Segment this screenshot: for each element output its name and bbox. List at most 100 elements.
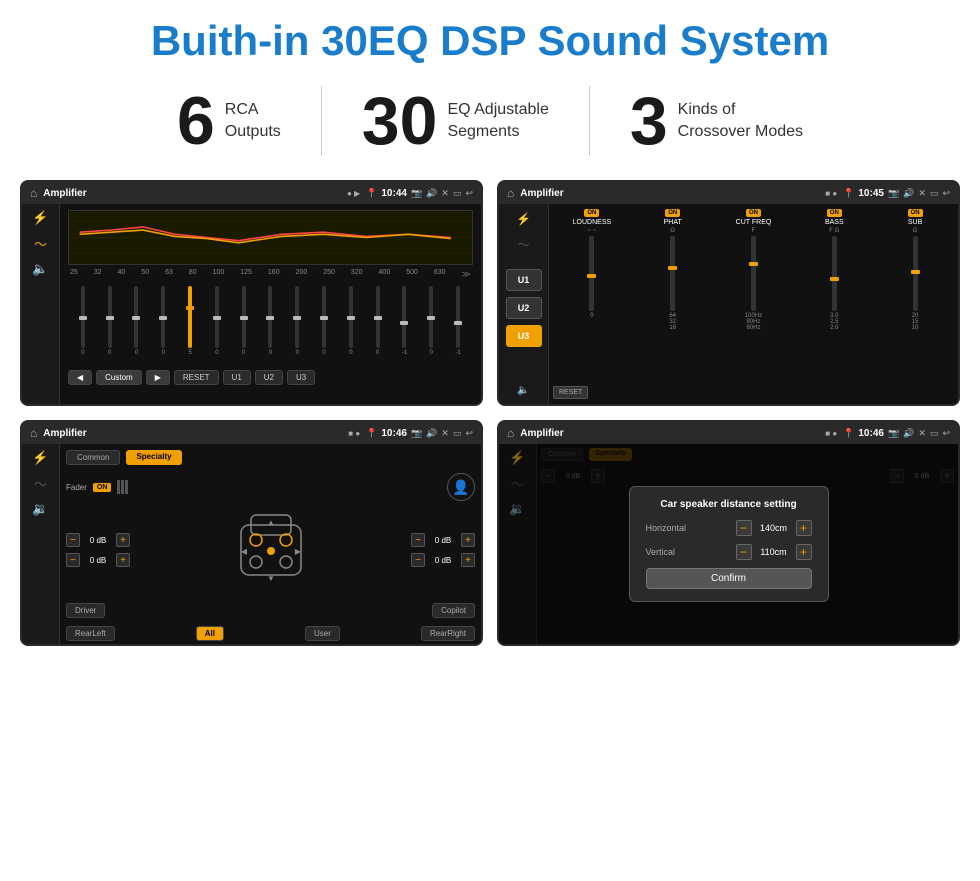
minus-btn-lt[interactable]: −	[66, 533, 80, 547]
rect-icon-1: ▭	[453, 188, 462, 199]
vertical-plus-btn[interactable]: +	[796, 544, 812, 560]
driver-btn[interactable]: Driver	[66, 603, 105, 618]
phat-label: PHAT	[664, 219, 682, 226]
eq-slider-5[interactable]	[188, 286, 192, 348]
plus-btn-lt[interactable]: +	[116, 533, 130, 547]
minus-btn-rb[interactable]: −	[411, 553, 425, 567]
eq-col-10: 0	[311, 286, 337, 366]
crossover-panel-area: ON LOUDNESS ~~ 0 ON PHAT G	[549, 204, 958, 404]
distance-dialog: Car speaker distance setting Horizontal …	[629, 486, 829, 602]
loudness-slider[interactable]	[589, 236, 594, 311]
eq-slider-13[interactable]	[402, 286, 406, 348]
crossover-filter-icon[interactable]: ⚡	[516, 212, 531, 226]
cutfreq-on[interactable]: ON	[746, 209, 761, 217]
back-icon-3[interactable]: ↩	[465, 428, 473, 439]
eq-slider-6[interactable]	[215, 286, 219, 348]
camera-icon-2: 📷	[888, 188, 899, 199]
location-icon-4: 📍	[843, 428, 854, 439]
speaker-left-panel: ⚡ 〜 🔉	[22, 444, 60, 644]
eq-slider-10[interactable]	[322, 286, 326, 348]
u1-crossover-btn[interactable]: U1	[506, 269, 542, 291]
eq-slider-3[interactable]	[134, 286, 138, 348]
eq-slider-12[interactable]	[376, 286, 380, 348]
u3-crossover-btn[interactable]: U3	[506, 325, 542, 347]
common-tab[interactable]: Common	[66, 450, 120, 465]
custom-btn[interactable]: Custom	[96, 370, 142, 385]
cutfreq-slider[interactable]	[751, 236, 756, 311]
eq-slider-7[interactable]	[242, 286, 246, 348]
loudness-on[interactable]: ON	[584, 209, 599, 217]
rearright-btn[interactable]: RearRight	[421, 626, 475, 641]
confirm-button[interactable]: Confirm	[646, 568, 812, 589]
sub-slider[interactable]	[913, 236, 918, 311]
back-icon-1[interactable]: ↩	[465, 188, 473, 199]
vertical-label: Vertical	[646, 547, 676, 557]
eq-slider-14[interactable]	[429, 286, 433, 348]
db-control-left-top: − 0 dB +	[66, 533, 130, 547]
all-btn[interactable]: All	[196, 626, 224, 641]
play-btn[interactable]: ▶	[146, 370, 170, 385]
rearleft-btn[interactable]: RearLeft	[66, 626, 115, 641]
speaker-vol-icon[interactable]: 🔉	[32, 501, 48, 517]
fader-track-3	[125, 480, 128, 494]
eq-slider-2[interactable]	[108, 286, 112, 348]
bass-on[interactable]: ON	[827, 209, 842, 217]
reset-btn[interactable]: RESET	[174, 370, 219, 385]
eq-slider-1[interactable]	[81, 286, 85, 348]
plus-btn-lb[interactable]: +	[116, 553, 130, 567]
speaker-settings-icon[interactable]: 👤	[447, 473, 475, 501]
phat-slider[interactable]	[670, 236, 675, 311]
svg-text:▲: ▲	[267, 518, 275, 527]
speaker-tabs: Common Specialty	[66, 450, 475, 465]
plus-btn-rt[interactable]: +	[461, 533, 475, 547]
phat-on[interactable]: ON	[665, 209, 680, 217]
minus-btn-rt[interactable]: −	[411, 533, 425, 547]
spacer-1	[254, 603, 284, 618]
crossover-wave-icon[interactable]: 〜	[517, 236, 529, 253]
speaker-wave-icon[interactable]: 〜	[34, 474, 47, 493]
horizontal-plus-btn[interactable]: +	[796, 520, 812, 536]
back-icon-4[interactable]: ↩	[942, 428, 950, 439]
status-icons-2: 📍 10:45 📷 🔊 ✕ ▭ ↩	[843, 188, 950, 199]
fader-track-1	[117, 480, 120, 494]
u3-btn[interactable]: U3	[287, 370, 315, 385]
eq-slider-9[interactable]	[295, 286, 299, 348]
sub-on[interactable]: ON	[908, 209, 923, 217]
plus-btn-rb[interactable]: +	[461, 553, 475, 567]
prev-btn[interactable]: ◀	[68, 370, 92, 385]
minus-btn-lb[interactable]: −	[66, 553, 80, 567]
u2-crossover-btn[interactable]: U2	[506, 297, 542, 319]
u1-btn[interactable]: U1	[223, 370, 251, 385]
status-icons-4: 📍 10:46 📷 🔊 ✕ ▭ ↩	[843, 428, 950, 439]
eq-wave-icon[interactable]: 〜	[34, 234, 47, 253]
home-icon-3[interactable]: ⌂	[30, 426, 37, 440]
crossover-reset-btn[interactable]: RESET	[553, 386, 588, 399]
fader-on-badge[interactable]: ON	[93, 483, 112, 492]
copilot-btn[interactable]: Copilot	[432, 603, 475, 618]
specialty-tab[interactable]: Specialty	[126, 450, 181, 465]
left-db-controls: − 0 dB + − 0 dB +	[66, 533, 130, 567]
back-icon-2[interactable]: ↩	[942, 188, 950, 199]
vertical-row: Vertical − 110cm +	[646, 544, 812, 560]
home-icon-4[interactable]: ⌂	[507, 426, 514, 440]
fader-row: Fader ON 👤	[66, 473, 475, 501]
db-val-rt: 0 dB	[429, 536, 457, 545]
eq-slider-11[interactable]	[349, 286, 353, 348]
bass-slider[interactable]	[832, 236, 837, 311]
eq-filter-icon[interactable]: ⚡	[32, 210, 48, 226]
vol-icon-3: 🔊	[426, 428, 437, 439]
u2-btn[interactable]: U2	[255, 370, 283, 385]
eq-col-15: -1	[445, 286, 471, 366]
loudness-label: LOUDNESS	[573, 219, 612, 226]
vol-icon-4: 🔊	[903, 428, 914, 439]
eq-slider-8[interactable]	[268, 286, 272, 348]
home-icon-2[interactable]: ⌂	[507, 186, 514, 200]
speaker-filter-icon[interactable]: ⚡	[32, 450, 48, 466]
eq-slider-4[interactable]	[161, 286, 165, 348]
vertical-minus-btn[interactable]: −	[736, 544, 752, 560]
eq-slider-15[interactable]	[456, 286, 460, 348]
user-btn[interactable]: User	[305, 626, 340, 641]
camera-icon-3: 📷	[411, 428, 422, 439]
horizontal-minus-btn[interactable]: −	[736, 520, 752, 536]
home-icon-1[interactable]: ⌂	[30, 186, 37, 200]
